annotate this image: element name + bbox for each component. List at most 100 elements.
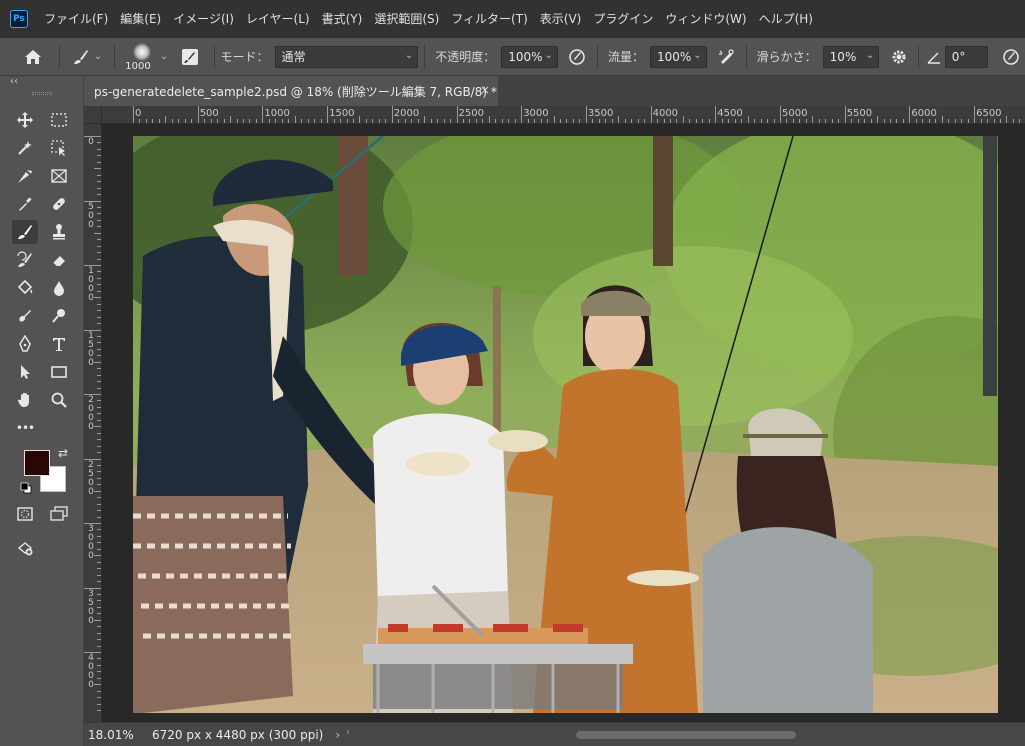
horizontal-ruler[interactable]: 0 500 1000 1500 2000 2500 3000 3500 4000 4500 5000… <box>102 106 1025 124</box>
collapse-panel-button[interactable]: ‹‹ <box>10 76 18 87</box>
tools-panel: ‹‹ ••• ⇄ <box>0 76 84 746</box>
ruler-h-tick <box>663 119 665 123</box>
ruler-v-tick <box>97 181 101 183</box>
panel-grip[interactable] <box>32 92 52 95</box>
ruler-v-tick <box>97 535 101 537</box>
chevron-down-icon: ⌄ <box>404 49 414 61</box>
divider <box>424 44 426 69</box>
pen-tool-icon[interactable] <box>12 332 38 356</box>
menu-layer[interactable]: レイヤー(L) <box>240 0 316 38</box>
menu-type[interactable]: 書式(Y) <box>316 0 369 38</box>
ruler-h-tick <box>922 119 924 123</box>
menu-file[interactable]: ファイル(F) <box>38 0 114 38</box>
menu-plugins[interactable]: プラグイン <box>587 0 659 38</box>
ruler-h-tick <box>967 119 969 123</box>
menu-select[interactable]: 選択範囲(S) <box>368 0 445 38</box>
gear-icon[interactable] <box>885 45 912 69</box>
opacity-field[interactable]: 100% ⌄ <box>501 45 558 68</box>
angle-field[interactable]: 0° <box>944 45 988 68</box>
ruler-h-tick <box>242 119 244 123</box>
more-tools-icon[interactable]: ••• <box>12 416 38 440</box>
pen-crop-icon[interactable] <box>12 164 38 188</box>
ruler-v-tick <box>97 606 101 608</box>
generative-tool-icon[interactable] <box>12 536 38 560</box>
swap-colors-icon[interactable]: ⇄ <box>58 446 68 460</box>
menu-help[interactable]: ヘルプ(H) <box>753 0 819 38</box>
zoom-level[interactable]: 18.01% <box>88 728 144 742</box>
brush-preset-picker[interactable]: ⌄ <box>66 42 109 72</box>
menu-view[interactable]: 表示(V) <box>534 0 588 38</box>
quick-mask-icon[interactable] <box>12 502 38 526</box>
foreground-color-swatch[interactable] <box>24 450 50 476</box>
status-menu-arrow[interactable]: › <box>335 728 340 742</box>
marquee-tool-icon[interactable] <box>46 108 72 132</box>
ruler-origin[interactable] <box>84 106 102 124</box>
home-icon[interactable] <box>14 42 53 72</box>
default-colors-icon[interactable] <box>20 482 32 494</box>
move-tool-icon[interactable] <box>12 108 38 132</box>
ruler-h-label: 4500 <box>717 108 743 119</box>
ruler-h-tick <box>424 116 426 123</box>
dodge-icon[interactable] <box>46 304 72 328</box>
ruler-h-tick <box>708 119 710 123</box>
ruler-v-tick <box>97 187 101 189</box>
paint-bucket-icon[interactable] <box>12 276 38 300</box>
brush-settings-icon[interactable] <box>178 45 201 69</box>
scrollbar-thumb[interactable] <box>576 731 796 739</box>
horizontal-scrollbar[interactable]: ‹ <box>346 727 1011 741</box>
ruler-v-tick <box>97 335 101 337</box>
ruler-h-tick <box>999 119 1001 123</box>
soft-brush-tip <box>133 42 152 61</box>
document-tab[interactable]: ps-generatedelete_sample2.psd @ 18% (削除ツ… <box>84 76 498 106</box>
rectangle-tool-icon[interactable] <box>46 360 72 384</box>
type-tool-icon[interactable] <box>46 332 72 356</box>
eraser-icon[interactable] <box>46 248 72 272</box>
ruler-h-label: 2000 <box>393 108 420 119</box>
healing-brush-icon[interactable] <box>46 192 72 216</box>
blend-mode-select[interactable]: 通常 ⌄ <box>274 45 419 68</box>
hand-tool-icon[interactable] <box>12 388 38 412</box>
magic-wand-icon[interactable] <box>12 136 38 160</box>
ruler-h-tick <box>540 119 542 123</box>
ruler-v-tick <box>97 664 101 666</box>
scroll-left-icon[interactable]: ‹ <box>346 727 350 738</box>
vertical-ruler[interactable]: 05 0 01 0 0 01 5 0 02 0 0 02 5 0 03 0 0 … <box>84 124 102 722</box>
smoothing-field[interactable]: 10% ⌄ <box>822 45 880 68</box>
blur-drop-icon[interactable] <box>46 276 72 300</box>
screen-mode-icon[interactable] <box>46 502 72 526</box>
airbrush-icon[interactable] <box>713 45 740 69</box>
ruler-h-tick <box>844 106 846 123</box>
close-icon[interactable]: × <box>480 83 490 97</box>
ruler-h-tick <box>359 116 361 123</box>
ruler-v-tick <box>84 265 101 266</box>
ruler-h-tick <box>294 116 296 123</box>
path-selection-icon[interactable] <box>12 360 38 384</box>
canvas-area[interactable] <box>102 124 1025 722</box>
brush-size-preview[interactable]: 1000 <box>121 40 164 74</box>
eyedropper-icon[interactable] <box>12 192 38 216</box>
ruler-h-tick <box>158 119 160 123</box>
menu-filter[interactable]: フィルター(T) <box>445 0 533 38</box>
ruler-v-tick <box>97 148 101 150</box>
flow-field[interactable]: 100% ⌄ <box>649 45 707 68</box>
zoom-tool-icon[interactable] <box>46 388 72 412</box>
symmetry-icon[interactable] <box>998 45 1025 69</box>
document-image[interactable] <box>133 136 998 713</box>
ruler-v-tick <box>97 452 101 454</box>
ruler-h-tick <box>210 119 212 123</box>
brush-tool-icon[interactable] <box>12 220 38 244</box>
clone-stamp-icon[interactable] <box>46 220 72 244</box>
ruler-h-tick <box>404 119 406 123</box>
ruler-h-tick <box>249 119 251 123</box>
angle-icon <box>925 45 942 69</box>
ruler-h-tick <box>275 119 277 123</box>
menu-image[interactable]: イメージ(I) <box>167 0 240 38</box>
ruler-h-tick <box>230 116 232 123</box>
frame-tool-icon[interactable] <box>46 164 72 188</box>
menu-window[interactable]: ウィンドウ(W) <box>659 0 752 38</box>
object-selection-icon[interactable] <box>46 136 72 160</box>
menu-edit[interactable]: 編集(E) <box>114 0 167 38</box>
smudge-icon[interactable] <box>12 304 38 328</box>
history-brush-icon[interactable] <box>12 248 38 272</box>
pressure-icon[interactable] <box>564 45 591 69</box>
